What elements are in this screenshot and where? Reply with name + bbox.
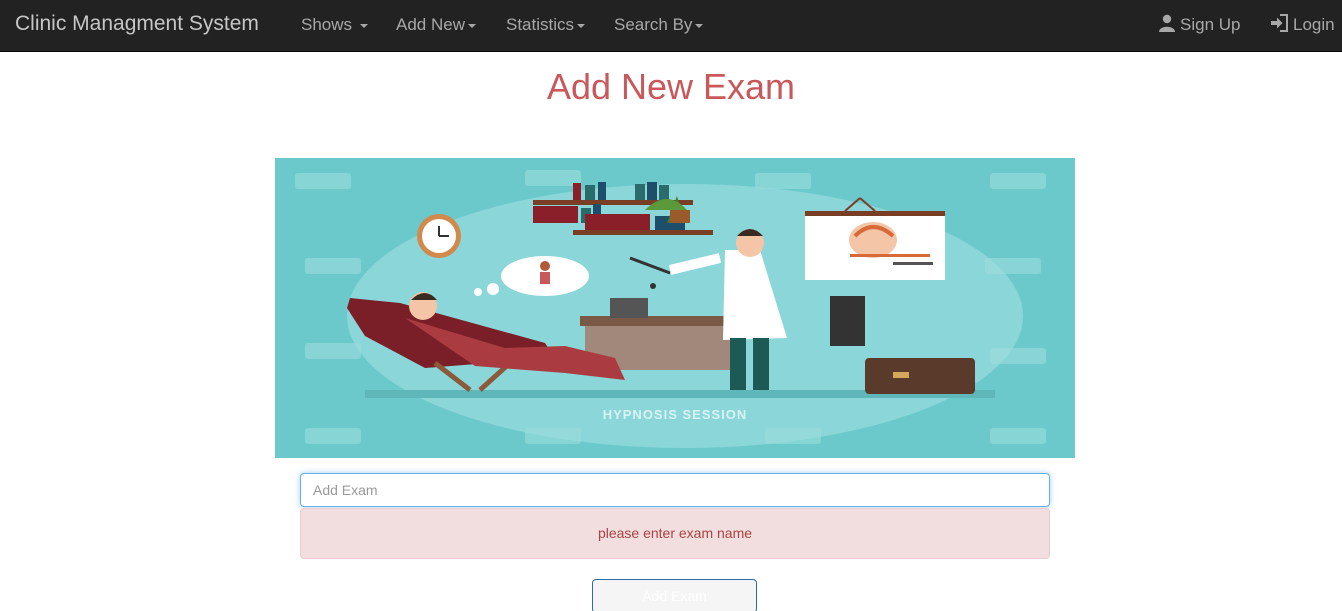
nav-shows-label: Shows bbox=[301, 15, 353, 34]
login-link[interactable]: Login bbox=[1270, 14, 1335, 35]
nav-statistics-dropdown[interactable]: Statistics bbox=[506, 15, 586, 35]
caret-down-icon bbox=[467, 23, 476, 28]
illustration-caption: HYPNOSIS SESSION bbox=[602, 407, 748, 422]
nav-search-by-dropdown[interactable]: Search By bbox=[614, 15, 704, 35]
nav-search-by-label: Search By bbox=[614, 15, 693, 34]
caret-down-icon bbox=[359, 23, 368, 28]
login-label: Login bbox=[1293, 15, 1335, 34]
top-navbar: Clinic Managment System Shows Add New St… bbox=[0, 0, 1342, 52]
nav-statistics-label: Statistics bbox=[506, 15, 575, 34]
caret-down-icon bbox=[695, 23, 704, 28]
exam-name-input[interactable] bbox=[300, 473, 1050, 507]
login-icon bbox=[1271, 14, 1288, 32]
error-alert: please enter exam name bbox=[300, 508, 1050, 559]
nav-add-new-dropdown[interactable]: Add New bbox=[396, 15, 476, 35]
error-message: please enter exam name bbox=[597, 525, 753, 541]
add-exam-button[interactable]: Add Exam bbox=[592, 579, 757, 611]
user-icon bbox=[1159, 14, 1175, 32]
signup-label: Sign Up bbox=[1180, 15, 1241, 34]
signup-link[interactable]: Sign Up bbox=[1158, 14, 1240, 35]
nav-shows-dropdown[interactable]: Shows bbox=[301, 15, 368, 35]
hypnosis-illustration: HYPNOSIS SESSION bbox=[275, 158, 1075, 458]
nav-add-new-label: Add New bbox=[396, 15, 465, 34]
caret-down-icon bbox=[577, 23, 586, 28]
page-title: Add New Exam bbox=[546, 66, 796, 107]
brand-link[interactable]: Clinic Managment System bbox=[15, 12, 259, 36]
add-exam-button-label: Add Exam bbox=[642, 588, 707, 604]
